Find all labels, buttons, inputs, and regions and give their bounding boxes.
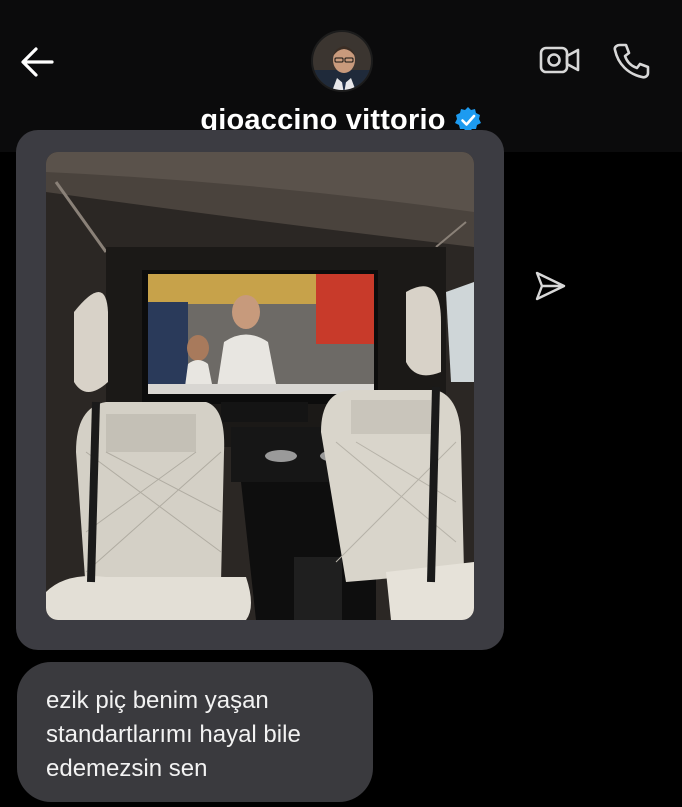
send-icon xyxy=(535,271,566,301)
avatar-image xyxy=(313,32,371,90)
video-camera-icon xyxy=(539,46,580,74)
message-text: ezik piç benim yaşan standartlarımı haya… xyxy=(46,687,301,782)
voice-call-button[interactable] xyxy=(610,40,652,82)
van-interior-image xyxy=(46,152,474,620)
phone-icon xyxy=(613,43,650,79)
arrow-left-icon xyxy=(21,47,54,77)
share-button[interactable] xyxy=(532,268,568,304)
video-call-button[interactable] xyxy=(538,42,582,78)
avatar[interactable] xyxy=(311,30,373,92)
back-button[interactable] xyxy=(18,42,58,82)
shared-photo[interactable] xyxy=(46,152,474,620)
